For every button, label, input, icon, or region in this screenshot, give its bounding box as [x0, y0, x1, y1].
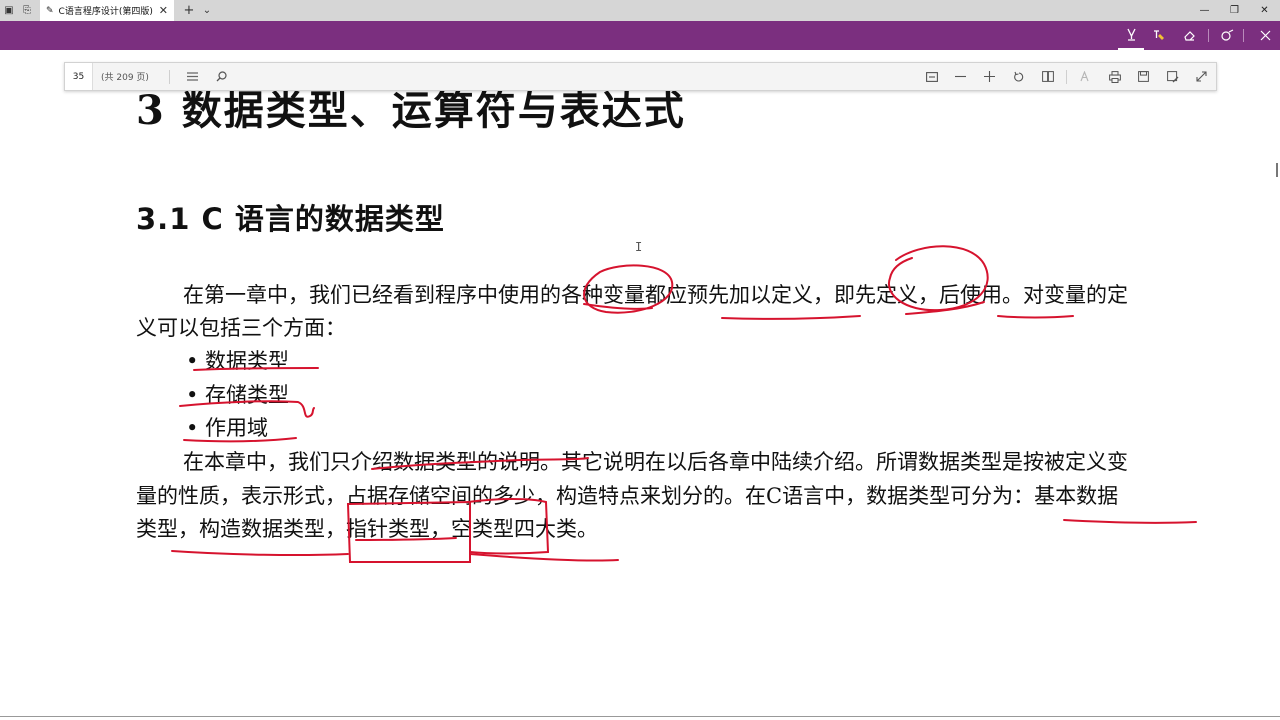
- section-title: 3.1 C 语言的数据类型: [136, 202, 445, 236]
- zoom-in-icon[interactable]: [975, 63, 1004, 90]
- paragraph-line: 量的性质，表示形式，占据存储空间的多少，构造特点来划分的。在C语言中，数据类型可…: [136, 484, 1119, 508]
- pen-icon: ✎: [46, 5, 54, 16]
- paragraph-line: 义可以包括三个方面：: [136, 316, 346, 340]
- ink-underline: [1063, 519, 1197, 524]
- print-icon[interactable]: [1100, 63, 1129, 90]
- touch-write-icon[interactable]: [1214, 21, 1240, 50]
- save-icon[interactable]: [1129, 63, 1158, 90]
- minimize-button[interactable]: —: [1189, 0, 1220, 21]
- page-total: (共 209 页): [101, 73, 149, 83]
- eraser-icon[interactable]: [1176, 21, 1202, 50]
- back-tabs-icon[interactable]: ⎘: [18, 0, 36, 21]
- ink-underline: [469, 553, 619, 562]
- ink-underline: [721, 315, 861, 320]
- text-cursor-icon: I: [635, 240, 643, 254]
- page-bottom-border: [0, 716, 1280, 717]
- highlight-text-icon[interactable]: [1146, 21, 1172, 50]
- zoom-out-icon[interactable]: [946, 63, 975, 90]
- tab-actions-icon[interactable]: ▣: [0, 0, 18, 21]
- window-close-button[interactable]: ✕: [1249, 0, 1280, 21]
- toc-icon[interactable]: [178, 63, 207, 90]
- toolbar-divider: [168, 69, 170, 84]
- fit-page-icon[interactable]: [917, 63, 946, 90]
- paragraph-line: 在第一章中，我们已经看到程序中使用的各种变量都应预先加以定义，即先定义，后使用。…: [183, 283, 1128, 307]
- bullet-item: • 存储类型: [186, 383, 290, 407]
- ink-underline: [171, 550, 349, 556]
- read-aloud-icon[interactable]: [1071, 63, 1100, 90]
- toolbar-divider: [1208, 29, 1209, 42]
- window-titlebar: ▣ ⎘ ✎ C语言程序设计(第四版) ✕ + ⌄ — ❐ ✕: [0, 0, 1280, 21]
- document-tab[interactable]: ✎ C语言程序设计(第四版) ✕: [40, 0, 174, 21]
- close-icon[interactable]: [1252, 21, 1278, 50]
- tab-menu-icon[interactable]: ⌄: [198, 0, 216, 21]
- bullet-item: • 作用域: [186, 416, 269, 440]
- paragraph-line: 类型，构造数据类型，指针类型，空类型四大类。: [136, 517, 598, 541]
- restore-button[interactable]: ❐: [1219, 0, 1250, 21]
- pdf-toolbar: 35 (共 209 页): [64, 62, 1217, 91]
- app-toolbar: [0, 21, 1280, 50]
- tab-close-icon[interactable]: ✕: [159, 4, 168, 17]
- page-number-input[interactable]: 35: [65, 63, 93, 90]
- paragraph-line: 在本章中，我们只介绍数据类型的说明。其它说明在以后各章中陆续介绍。所谓数据类型是…: [183, 450, 1128, 474]
- toolbar-divider: [1243, 29, 1244, 42]
- scrollbar-indicator[interactable]: [1276, 163, 1278, 177]
- save-as-icon[interactable]: [1158, 63, 1187, 90]
- bullet-item: • 数据类型: [186, 349, 290, 373]
- rotate-icon[interactable]: [1004, 63, 1033, 90]
- search-icon[interactable]: [207, 63, 236, 90]
- highlighter-icon[interactable]: [1118, 21, 1144, 50]
- pdf-page: 3 数据类型、运算符与表达式 3.1 C 语言的数据类型 在第一章中，我们已经看…: [0, 50, 1280, 718]
- toolbar-divider: [1066, 69, 1067, 84]
- page-view-icon[interactable]: [1033, 63, 1062, 90]
- new-tab-button[interactable]: +: [180, 0, 198, 21]
- tab-title: C语言程序设计(第四版): [58, 7, 153, 17]
- ink-underline: [997, 315, 1074, 319]
- fullscreen-icon[interactable]: [1187, 63, 1216, 90]
